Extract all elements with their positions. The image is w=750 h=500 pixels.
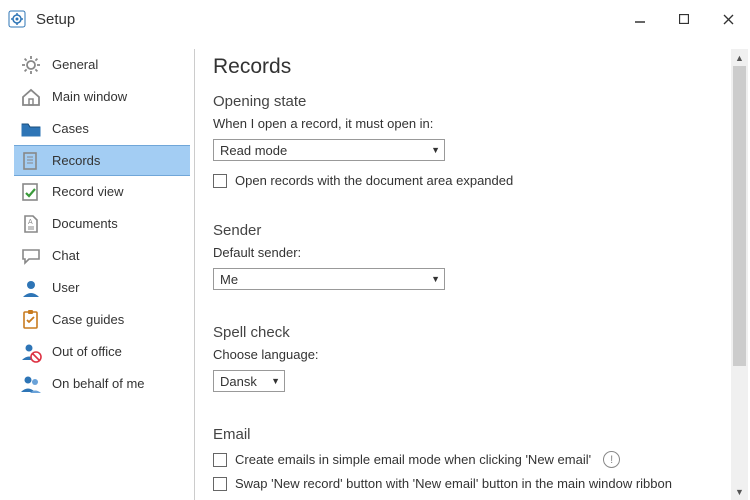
sidebar-item-documents[interactable]: A Documents <box>14 208 190 240</box>
folder-icon <box>20 118 42 140</box>
sidebar: General Main window Cases Records <box>14 49 194 500</box>
checkbox-icon <box>213 453 227 467</box>
sidebar-item-label: User <box>52 280 79 295</box>
maximize-button[interactable] <box>662 3 706 35</box>
sidebar-item-user[interactable]: User <box>14 272 190 304</box>
sidebar-item-label: On behalf of me <box>52 376 145 391</box>
on-behalf-icon <box>20 373 42 395</box>
language-select[interactable]: Dansk ▼ <box>213 370 285 392</box>
sidebar-item-label: Documents <box>52 216 118 231</box>
user-icon <box>20 277 42 299</box>
open-mode-select[interactable]: Read mode ▼ <box>213 139 445 161</box>
record-icon <box>20 150 42 172</box>
sidebar-item-out-of-office[interactable]: Out of office <box>14 336 190 368</box>
svg-text:A: A <box>28 219 33 226</box>
chevron-down-icon: ▼ <box>271 376 280 386</box>
default-sender-select[interactable]: Me ▼ <box>213 268 445 290</box>
house-icon <box>20 86 42 108</box>
vertical-scrollbar[interactable]: ▲ ▼ <box>731 49 748 500</box>
sidebar-item-label: Chat <box>52 248 79 263</box>
titlebar: Setup <box>0 0 750 39</box>
expand-label: Open records with the document area expa… <box>235 173 513 188</box>
sidebar-item-label: Record view <box>52 184 124 199</box>
section-spell-check: Spell check Choose language: Dansk ▼ <box>213 324 731 392</box>
section-heading: Sender <box>213 222 731 239</box>
content: Records Opening state When I open a reco… <box>213 49 731 500</box>
window-title: Setup <box>36 11 75 28</box>
body: General Main window Cases Records <box>0 39 750 500</box>
scroll-up-icon[interactable]: ▲ <box>731 49 748 66</box>
sender-prompt: Default sender: <box>213 245 731 260</box>
scroll-thumb[interactable] <box>733 66 746 366</box>
setup-window: Setup General <box>0 0 750 500</box>
open-mode-value: Read mode <box>220 143 287 158</box>
sidebar-item-records[interactable]: Records <box>14 145 190 176</box>
swap-button-label: Swap 'New record' button with 'New email… <box>235 476 672 491</box>
document-icon: A <box>20 213 42 235</box>
page-title: Records <box>213 55 731 79</box>
minimize-button[interactable] <box>618 3 662 35</box>
section-heading: Spell check <box>213 324 731 341</box>
swap-button-checkbox-row[interactable]: Swap 'New record' button with 'New email… <box>213 476 731 491</box>
sidebar-item-record-view[interactable]: Record view <box>14 176 190 208</box>
sidebar-item-case-guides[interactable]: Case guides <box>14 304 190 336</box>
info-icon[interactable]: ! <box>603 451 620 468</box>
sidebar-item-label: Records <box>52 153 100 168</box>
sidebar-item-label: Cases <box>52 121 89 136</box>
sender-value: Me <box>220 272 238 287</box>
chat-icon <box>20 245 42 267</box>
sidebar-item-label: Out of office <box>52 344 122 359</box>
section-heading: Opening state <box>213 93 731 110</box>
clipboard-icon <box>20 309 42 331</box>
chevron-down-icon: ▼ <box>431 274 440 284</box>
sidebar-item-cases[interactable]: Cases <box>14 113 190 145</box>
app-icon <box>8 10 26 28</box>
simple-email-checkbox-row[interactable]: Create emails in simple email mode when … <box>213 451 731 468</box>
expand-checkbox-row[interactable]: Open records with the document area expa… <box>213 173 731 188</box>
sidebar-item-main-window[interactable]: Main window <box>14 81 190 113</box>
checkbox-icon <box>213 174 227 188</box>
checkbox-icon <box>213 477 227 491</box>
gear-icon <box>20 54 42 76</box>
main-panel: Records Opening state When I open a reco… <box>194 49 750 500</box>
scroll-down-icon[interactable]: ▼ <box>731 483 748 500</box>
sidebar-item-chat[interactable]: Chat <box>14 240 190 272</box>
sidebar-item-label: General <box>52 57 98 72</box>
out-of-office-icon <box>20 341 42 363</box>
opening-state-prompt: When I open a record, it must open in: <box>213 116 731 131</box>
chevron-down-icon: ▼ <box>431 145 440 155</box>
sidebar-item-general[interactable]: General <box>14 49 190 81</box>
sidebar-item-on-behalf[interactable]: On behalf of me <box>14 368 190 400</box>
section-heading: Email <box>213 426 731 443</box>
language-value: Dansk <box>220 374 257 389</box>
spell-check-prompt: Choose language: <box>213 347 731 362</box>
sidebar-item-label: Main window <box>52 89 127 104</box>
close-button[interactable] <box>706 3 750 35</box>
section-sender: Sender Default sender: Me ▼ <box>213 222 731 290</box>
section-email: Email Create emails in simple email mode… <box>213 426 731 491</box>
record-view-icon <box>20 181 42 203</box>
section-opening-state: Opening state When I open a record, it m… <box>213 93 731 188</box>
simple-email-label: Create emails in simple email mode when … <box>235 452 591 467</box>
window-controls <box>618 3 750 35</box>
sidebar-item-label: Case guides <box>52 312 124 327</box>
